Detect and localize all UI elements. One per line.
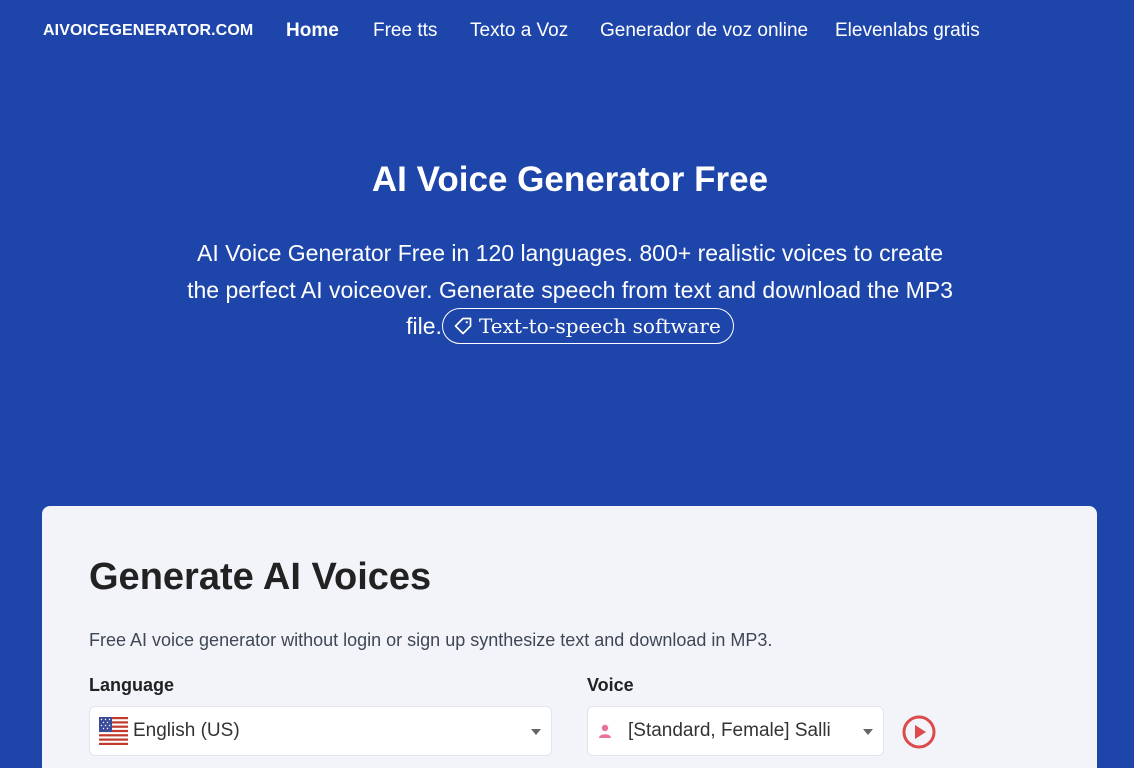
language-label: Language — [89, 675, 175, 695]
hero-description: AI Voice Generator Free in 120 languages… — [180, 235, 960, 346]
voice-label: Voice — [587, 675, 634, 695]
voice-value: [Standard, Female] Salli — [628, 720, 831, 741]
card-title: Generate AI Voices — [89, 556, 432, 598]
top-nav: AIVOICEGENERATOR.COM Home Free tts Texto… — [0, 0, 1134, 64]
caret-down-icon — [863, 729, 873, 735]
nav-link-elevenlabs-gratis[interactable]: Elevenlabs gratis — [835, 20, 980, 42]
language-select[interactable]: English (US) — [89, 706, 552, 756]
nav-link-generador-de-voz[interactable]: Generador de voz online — [600, 20, 808, 42]
card-subtitle: Free AI voice generator without login or… — [89, 630, 773, 650]
play-icon[interactable] — [902, 715, 936, 749]
voice-select[interactable]: [Standard, Female] Salli — [587, 706, 884, 756]
language-value: English (US) — [133, 720, 240, 741]
tag-icon — [454, 317, 472, 335]
person-icon — [599, 724, 611, 738]
nav-link-home[interactable]: Home — [286, 20, 339, 42]
hero-title: AI Voice Generator Free — [371, 160, 769, 199]
caret-down-icon — [531, 729, 541, 735]
tag-label: Text-to-speech software — [478, 313, 721, 338]
nav-link-texto-a-voz[interactable]: Texto a Voz — [470, 20, 568, 42]
tag-pill-text-to-speech[interactable]: Text-to-speech software — [441, 307, 734, 344]
us-flag-icon — [99, 717, 128, 745]
brand-logo[interactable]: AIVOICEGENERATOR.COM — [43, 22, 253, 40]
nav-link-free-tts[interactable]: Free tts — [373, 20, 437, 42]
generator-card: Generate AI Voices Free AI voice generat… — [42, 506, 1097, 768]
